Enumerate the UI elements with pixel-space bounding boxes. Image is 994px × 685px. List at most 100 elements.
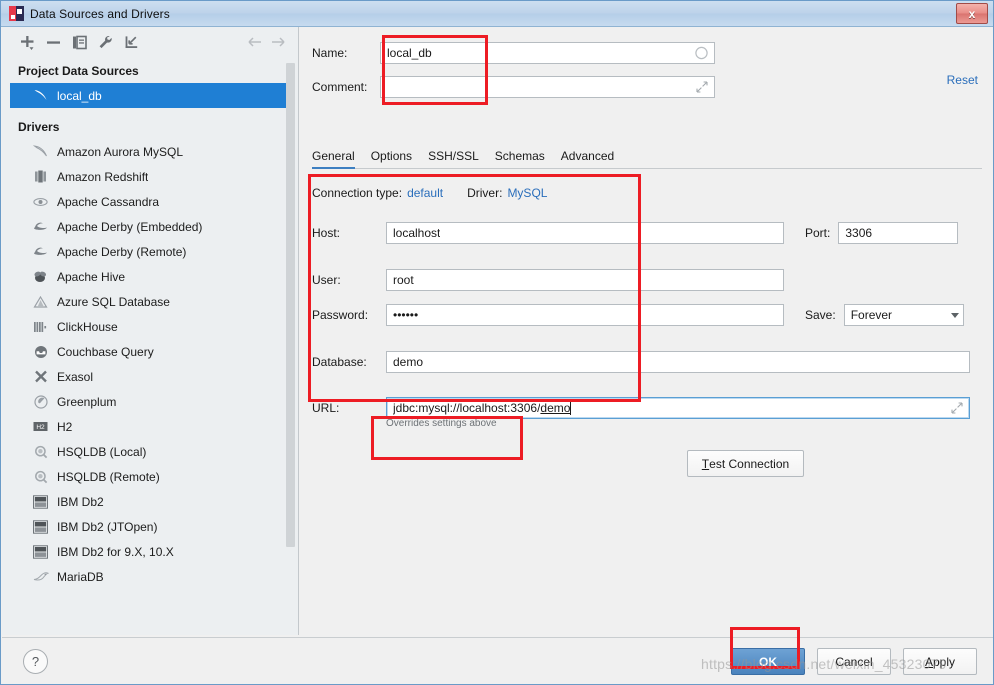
save-select[interactable]: Forever xyxy=(843,304,964,326)
sidebar-item-local-db[interactable]: local_db xyxy=(10,83,294,108)
database-input-value: demo xyxy=(393,355,424,369)
wrench-icon xyxy=(99,35,112,48)
url-input-value: jdbc:mysql://localhost:3306/ xyxy=(393,401,541,415)
couchbase-icon xyxy=(32,344,49,360)
port-input[interactable]: 3306 xyxy=(838,222,959,244)
exasol-x-icon xyxy=(32,369,49,385)
driver-label: IBM Db2 for 9.X, 10.X xyxy=(57,544,174,559)
connection-type-row: Connection type: default Driver: MySQL xyxy=(312,186,547,200)
datagrip-app-icon xyxy=(9,6,24,21)
driver-item-exasol[interactable]: Exasol xyxy=(2,364,298,389)
sources-tree: Project Data Sources local_db Drivers Am… xyxy=(2,57,298,589)
user-label: User: xyxy=(312,273,341,287)
connection-type-value-link[interactable]: default xyxy=(407,186,443,200)
driver-item-hsqldb-local[interactable]: HSQLDB (Local) xyxy=(2,439,298,464)
expand-icon[interactable] xyxy=(696,81,708,93)
port-label: Port: xyxy=(805,226,831,240)
comment-row: Comment: xyxy=(300,72,993,102)
driver-label: Exasol xyxy=(57,369,94,384)
test-connection-button-wrap: Test Connection xyxy=(687,450,804,477)
copy-icon xyxy=(72,35,87,49)
add-button[interactable] xyxy=(14,30,40,54)
driver-item-greenplum[interactable]: Greenplum xyxy=(2,389,298,414)
import-button[interactable] xyxy=(118,30,144,54)
mysql-dolphin-icon xyxy=(32,144,49,160)
derby-hat-icon xyxy=(32,244,49,260)
driver-label: IBM Db2 (JTOpen) xyxy=(57,519,158,534)
close-icon: x xyxy=(968,6,976,21)
driver-item-apache-derby-remote[interactable]: Apache Derby (Remote) xyxy=(2,239,298,264)
clickhouse-bars-icon xyxy=(32,319,49,335)
reset-link[interactable]: Reset xyxy=(947,73,978,87)
comment-input[interactable] xyxy=(380,76,715,98)
driver-label: Apache Hive xyxy=(57,269,126,284)
name-input[interactable]: local_db xyxy=(380,42,715,64)
user-input[interactable]: root xyxy=(386,269,784,291)
test-connection-button[interactable]: Test Connection xyxy=(687,450,804,477)
driver-label: Azure SQL Database xyxy=(57,294,170,309)
driver-item-clickhouse[interactable]: ClickHouse xyxy=(2,314,298,339)
tab-options[interactable]: Options xyxy=(363,149,420,168)
tab-ssh-ssl[interactable]: SSH/SSL xyxy=(420,149,487,168)
driver-value-link[interactable]: MySQL xyxy=(507,186,547,200)
driver-item-azure-sql-database[interactable]: Azure SQL Database xyxy=(2,289,298,314)
project-data-sources-header: Project Data Sources xyxy=(18,64,139,78)
driver-label: Apache Cassandra xyxy=(57,194,160,209)
url-label: URL: xyxy=(312,401,340,415)
driver-item-ibm-db2-jtopen[interactable]: IBM Db2 (JTOpen) xyxy=(2,514,298,539)
driver-item-amazon-redshift[interactable]: Amazon Redshift xyxy=(2,164,298,189)
back-button[interactable] xyxy=(242,30,266,54)
driver-item-apache-hive[interactable]: Apache Hive xyxy=(2,264,298,289)
database-input[interactable]: demo xyxy=(386,351,970,373)
duplicate-button[interactable] xyxy=(66,30,92,54)
tab-schemas[interactable]: Schemas xyxy=(487,149,553,168)
host-label: Host: xyxy=(312,226,341,240)
driver-label: ClickHouse xyxy=(57,319,118,334)
database-row: Database: demo xyxy=(312,350,982,374)
driver-label: Apache Derby (Remote) xyxy=(57,244,187,259)
tab-general[interactable]: General xyxy=(312,149,363,169)
properties-button[interactable] xyxy=(92,30,118,54)
url-row: URL: jdbc:mysql://localhost:3306/ demo xyxy=(312,396,982,420)
remove-button[interactable] xyxy=(40,30,66,54)
close-window-button[interactable]: x xyxy=(956,3,988,24)
driver-label: Amazon Aurora MySQL xyxy=(57,144,184,159)
azure-triangle-icon xyxy=(32,294,49,310)
name-status-circle-icon xyxy=(695,46,708,60)
driver-label: Driver: xyxy=(467,186,503,200)
import-arrow-icon xyxy=(125,35,137,48)
password-input[interactable]: •••••• xyxy=(386,304,784,326)
user-row: User: root xyxy=(312,268,982,292)
window-title: Data Sources and Drivers xyxy=(30,6,170,21)
driver-item-apache-derby-embedded[interactable]: Apache Derby (Embedded) xyxy=(2,214,298,239)
driver-item-hsqldb-remote[interactable]: HSQLDB (Remote) xyxy=(2,464,298,489)
url-input[interactable]: jdbc:mysql://localhost:3306/ demo xyxy=(386,397,970,419)
password-label: Password: xyxy=(312,308,369,322)
port-input-value: 3306 xyxy=(845,226,873,240)
sidebar-scrollbar[interactable] xyxy=(286,63,295,547)
title-bar: Data Sources and Drivers x xyxy=(1,1,993,27)
user-input-value: root xyxy=(393,273,414,287)
driver-item-ibm-db2-9x-10x[interactable]: IBM Db2 for 9.X, 10.X xyxy=(2,539,298,564)
driver-label: Greenplum xyxy=(57,394,117,409)
password-row: Password: •••••• Save: Forever xyxy=(312,303,982,327)
drivers-header: Drivers xyxy=(18,120,60,134)
driver-item-amazon-aurora-mysql[interactable]: Amazon Aurora MySQL xyxy=(2,139,298,164)
help-button[interactable]: ? xyxy=(23,649,48,674)
comment-label: Comment: xyxy=(312,80,368,94)
arrow-left-icon xyxy=(247,37,261,47)
url-hint: Overrides settings above xyxy=(386,418,497,429)
driver-item-mariadb[interactable]: MariaDB xyxy=(2,564,298,589)
driver-item-h2[interactable]: H2 H2 xyxy=(2,414,298,439)
driver-item-ibm-db2[interactable]: IBM Db2 xyxy=(2,489,298,514)
forward-button[interactable] xyxy=(266,30,290,54)
driver-item-couchbase-query[interactable]: Couchbase Query xyxy=(2,339,298,364)
driver-label: HSQLDB (Remote) xyxy=(57,469,160,484)
tab-advanced[interactable]: Advanced xyxy=(553,149,622,168)
expand-icon[interactable] xyxy=(951,402,963,414)
hsqldb-icon xyxy=(32,444,49,460)
name-input-value: local_db xyxy=(387,46,432,60)
greenplum-icon xyxy=(32,394,49,410)
host-input[interactable]: localhost xyxy=(386,222,784,244)
driver-item-apache-cassandra[interactable]: Apache Cassandra xyxy=(2,189,298,214)
